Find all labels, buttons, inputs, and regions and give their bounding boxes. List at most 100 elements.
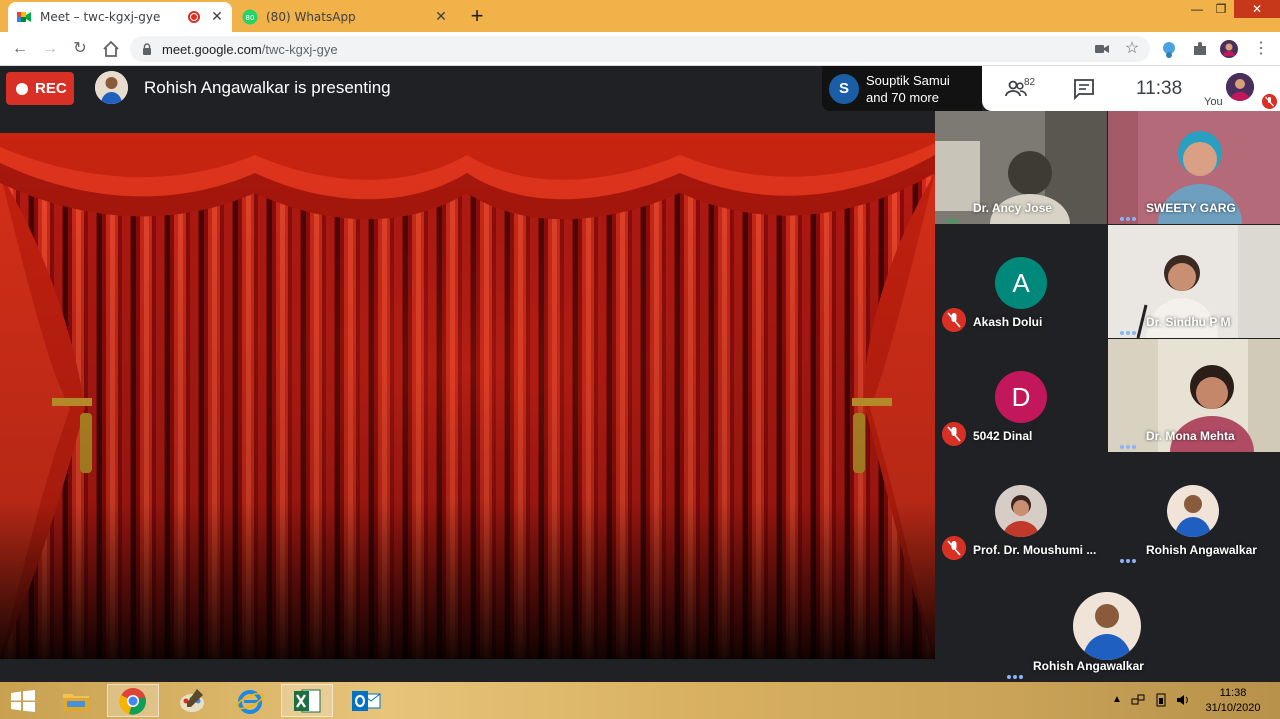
windows-taskbar: ▲ 11:38 31/10/2020 [0, 682, 1280, 719]
participant-tile[interactable]: Dr. Sindhu P M [1108, 225, 1280, 338]
taskbar-date: 31/10/2020 [1205, 702, 1261, 714]
file-explorer-button[interactable] [50, 684, 102, 717]
network-icon[interactable] [1131, 693, 1145, 707]
participant-initial-avatar: A [995, 257, 1047, 309]
windows-logo-icon [11, 689, 35, 712]
tab-whatsapp[interactable]: 80 (80) WhatsApp ✕ [234, 2, 456, 32]
mic-off-icon [942, 422, 966, 446]
new-tab-button[interactable]: + [466, 5, 488, 27]
bookmark-star-icon[interactable]: ☆ [1124, 41, 1140, 57]
meet-call-area: REC Rohish Angawalkar is presenting S So… [0, 66, 1280, 682]
minimize-button[interactable]: — [1186, 0, 1208, 18]
avatar-photo [1167, 485, 1219, 537]
participant-tile[interactable]: Dr. Ancy Jose [935, 111, 1107, 224]
maximize-button[interactable]: ❐ [1210, 0, 1232, 18]
google-meet-icon [17, 12, 31, 22]
forward-icon[interactable]: → [40, 39, 60, 59]
participants-chip[interactable]: S Souptik Samui and 70 more [822, 66, 982, 111]
participant-photo-avatar [1073, 592, 1141, 660]
participant-tile[interactable]: A Akash Dolui [935, 225, 1107, 338]
participant-name: SWEETY GARG [1146, 201, 1236, 215]
home-icon[interactable] [101, 39, 121, 59]
presentation-header: REC Rohish Angawalkar is presenting [0, 66, 935, 132]
participant-name: Dr. Ancy Jose [973, 201, 1052, 215]
self-label: You [1204, 96, 1223, 108]
audio-indicator-icon [1120, 208, 1138, 221]
folder-icon [63, 693, 89, 711]
taskbar-clock[interactable]: 11:38 31/10/2020 [1198, 686, 1268, 716]
internet-explorer-button[interactable] [224, 684, 276, 717]
internet-explorer-icon [236, 689, 264, 714]
outlook-icon [352, 690, 381, 711]
tab-meet[interactable]: Meet – twc-kgxj-gye ✕ [8, 2, 232, 32]
self-avatar[interactable] [1226, 73, 1254, 101]
participant-tile[interactable]: Dr. Mona Mehta [1108, 339, 1280, 452]
browser-toolbar: ← → ↻ meet.google.com/twc-kgxj-gye ☆ ⋮ [0, 32, 1280, 66]
paint-icon [180, 688, 204, 712]
taskbar-time: 11:38 [1219, 687, 1247, 699]
meeting-clock: 11:38 [1136, 78, 1183, 99]
mic-off-icon [942, 536, 966, 560]
rec-label: REC [35, 80, 67, 97]
avatar-photo [995, 485, 1047, 537]
close-tab-icon[interactable]: ✕ [210, 9, 224, 25]
browser-tab-strip: Meet – twc-kgxj-gye ✕ 80 (80) WhatsApp ✕… [0, 0, 1280, 32]
puzzle-extensions-icon[interactable] [1191, 40, 1209, 58]
participant-name: Rohish Angawalkar [1146, 543, 1257, 557]
participant-name: Prof. Dr. Moushumi ... [973, 543, 1097, 557]
participant-tile[interactable]: Rohish Angawalkar [1108, 453, 1280, 566]
start-button[interactable] [0, 684, 46, 717]
participant-initial-avatar: D [995, 371, 1047, 423]
volume-icon[interactable] [1176, 693, 1190, 707]
participant-tile[interactable]: D 5042 Dinal [935, 339, 1107, 452]
camera-icon[interactable] [1094, 41, 1110, 57]
recording-indicator-icon [188, 11, 200, 23]
chat-icon[interactable] [1072, 77, 1096, 101]
menu-kebab-icon[interactable]: ⋮ [1252, 40, 1270, 58]
lock-icon [143, 43, 151, 55]
address-bar[interactable]: meet.google.com/twc-kgxj-gye [130, 36, 1150, 62]
mic-off-icon [942, 308, 966, 332]
excel-icon [294, 689, 321, 712]
close-tab-icon[interactable]: ✕ [434, 9, 448, 25]
chip-avatar: S [829, 74, 859, 104]
participant-tile[interactable]: SWEETY GARG [1108, 111, 1280, 224]
participant-name: Dr. Sindhu P M [1146, 315, 1231, 329]
chip-line-1: Souptik Samui [866, 73, 950, 88]
curtain-slide [0, 133, 935, 659]
participant-name: Akash Dolui [973, 315, 1043, 329]
chip-line-2: and 70 more [866, 90, 939, 105]
url-path: /twc-kgxj-gye [261, 41, 338, 57]
profile-avatar-icon[interactable] [1220, 40, 1238, 58]
participant-photo-avatar [995, 485, 1047, 537]
paint-taskbar-button[interactable] [166, 684, 218, 717]
close-window-button[interactable]: ✕ [1234, 0, 1280, 18]
participant-name: Dr. Mona Mehta [1146, 429, 1235, 443]
participant-tile[interactable]: Prof. Dr. Moushumi ... [935, 453, 1107, 566]
participant-photo-avatar [1167, 485, 1219, 537]
chrome-taskbar-button[interactable] [107, 684, 159, 717]
url-host: meet.google.com [162, 41, 262, 57]
participant-tile[interactable]: Rohish Angawalkar [995, 567, 1220, 682]
recording-badge[interactable]: REC [6, 72, 74, 105]
presenter-avatar [95, 71, 128, 104]
chrome-icon [119, 687, 146, 715]
back-icon[interactable]: ← [10, 39, 30, 59]
outlook-taskbar-button[interactable] [340, 684, 392, 717]
presenting-status: Rohish Angawalkar is presenting [144, 78, 391, 97]
presenter-photo [95, 71, 128, 104]
speaking-indicator-icon [947, 210, 965, 223]
extension-icon[interactable] [1160, 40, 1178, 58]
audio-indicator-icon [1120, 550, 1138, 563]
presentation-stage [0, 133, 935, 659]
whatsapp-badge-icon: 80 [242, 9, 258, 25]
mic-off-icon [1262, 94, 1277, 109]
tab-title: Meet – twc-kgxj-gye [40, 10, 161, 24]
excel-taskbar-button[interactable] [281, 684, 333, 717]
power-icon[interactable] [1154, 693, 1168, 707]
record-dot-icon [16, 82, 28, 95]
reload-icon[interactable]: ↻ [70, 39, 90, 59]
svg-text:80: 80 [246, 14, 255, 22]
show-hidden-icons-icon[interactable]: ▲ [1110, 693, 1124, 707]
self-photo [1226, 73, 1254, 101]
